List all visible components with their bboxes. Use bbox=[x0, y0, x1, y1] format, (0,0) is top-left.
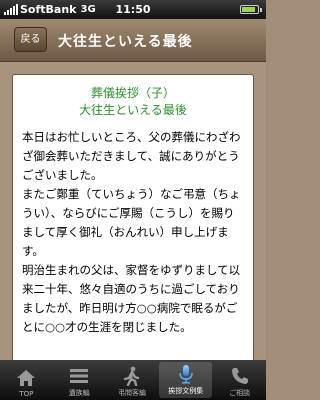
card-title-line-2: 大往生といえる最後 bbox=[79, 103, 187, 117]
page-title: 大往生といえる最後 bbox=[58, 34, 193, 50]
tab-consultation[interactable]: ご相談 bbox=[213, 360, 266, 400]
battery-icon bbox=[240, 5, 262, 14]
microphone-icon bbox=[178, 363, 194, 385]
speech-body: 本日はお忙しいところ、父の葬儀にわざわざ御会葬いただきまして、誠にありがとうござ… bbox=[13, 119, 253, 337]
tab-speech-examples[interactable]: 挨拶文例集 bbox=[159, 362, 213, 398]
tab-consultation-label: ご相談 bbox=[229, 389, 251, 397]
status-bar: SoftBank 3G 11:50 bbox=[0, 0, 266, 19]
tab-top[interactable]: TOP bbox=[0, 360, 53, 400]
tab-speech-examples-label: 挨拶文例集 bbox=[168, 387, 204, 395]
tab-mourner[interactable]: 弔問客編 bbox=[106, 360, 159, 400]
back-button[interactable]: 戻る bbox=[14, 27, 47, 52]
tab-bar: TOP 遺族編 弔問客編 挨拶文例集 ご相談 bbox=[0, 360, 266, 400]
speech-paragraph-2: またご鄭重（ていちょう）なご弔意（ちょうい）、ならびにご厚賜（こうし）を賜りまし… bbox=[22, 187, 241, 258]
tab-top-label: TOP bbox=[19, 390, 34, 398]
navigation-bar: 戻る 大往生といえる最後 bbox=[0, 19, 266, 62]
content-area[interactable]: 葬儀挨拶（子） 大往生といえる最後 本日はお忙しいところ、父の葬儀にわざわざ御会… bbox=[0, 62, 266, 360]
speech-paragraph-3: 明治生まれの父は、家督をゆずりまして以来二十年、悠々自適のうちに過ごしておりまし… bbox=[22, 263, 241, 334]
house-icon bbox=[16, 367, 36, 389]
speech-card: 葬儀挨拶（子） 大往生といえる最後 本日はお忙しいところ、父の葬儀にわざわざ御会… bbox=[12, 74, 254, 360]
card-title-line-1: 葬儀挨拶（子） bbox=[90, 86, 175, 100]
list-icon bbox=[69, 365, 89, 387]
tab-bereaved-label: 遺族編 bbox=[68, 389, 90, 397]
tab-mourner-label: 弔問客編 bbox=[117, 389, 146, 397]
card-title: 葬儀挨拶（子） 大往生といえる最後 bbox=[13, 85, 253, 119]
phone-icon bbox=[231, 365, 249, 387]
status-time: 11:50 bbox=[115, 3, 151, 16]
tab-bereaved[interactable]: 遺族編 bbox=[53, 360, 106, 400]
speech-paragraph-1: 本日はお忙しいところ、父の葬儀にわざわざ御会葬いただきまして、誠にありがとうござ… bbox=[22, 130, 241, 182]
walking-person-icon bbox=[123, 365, 141, 387]
